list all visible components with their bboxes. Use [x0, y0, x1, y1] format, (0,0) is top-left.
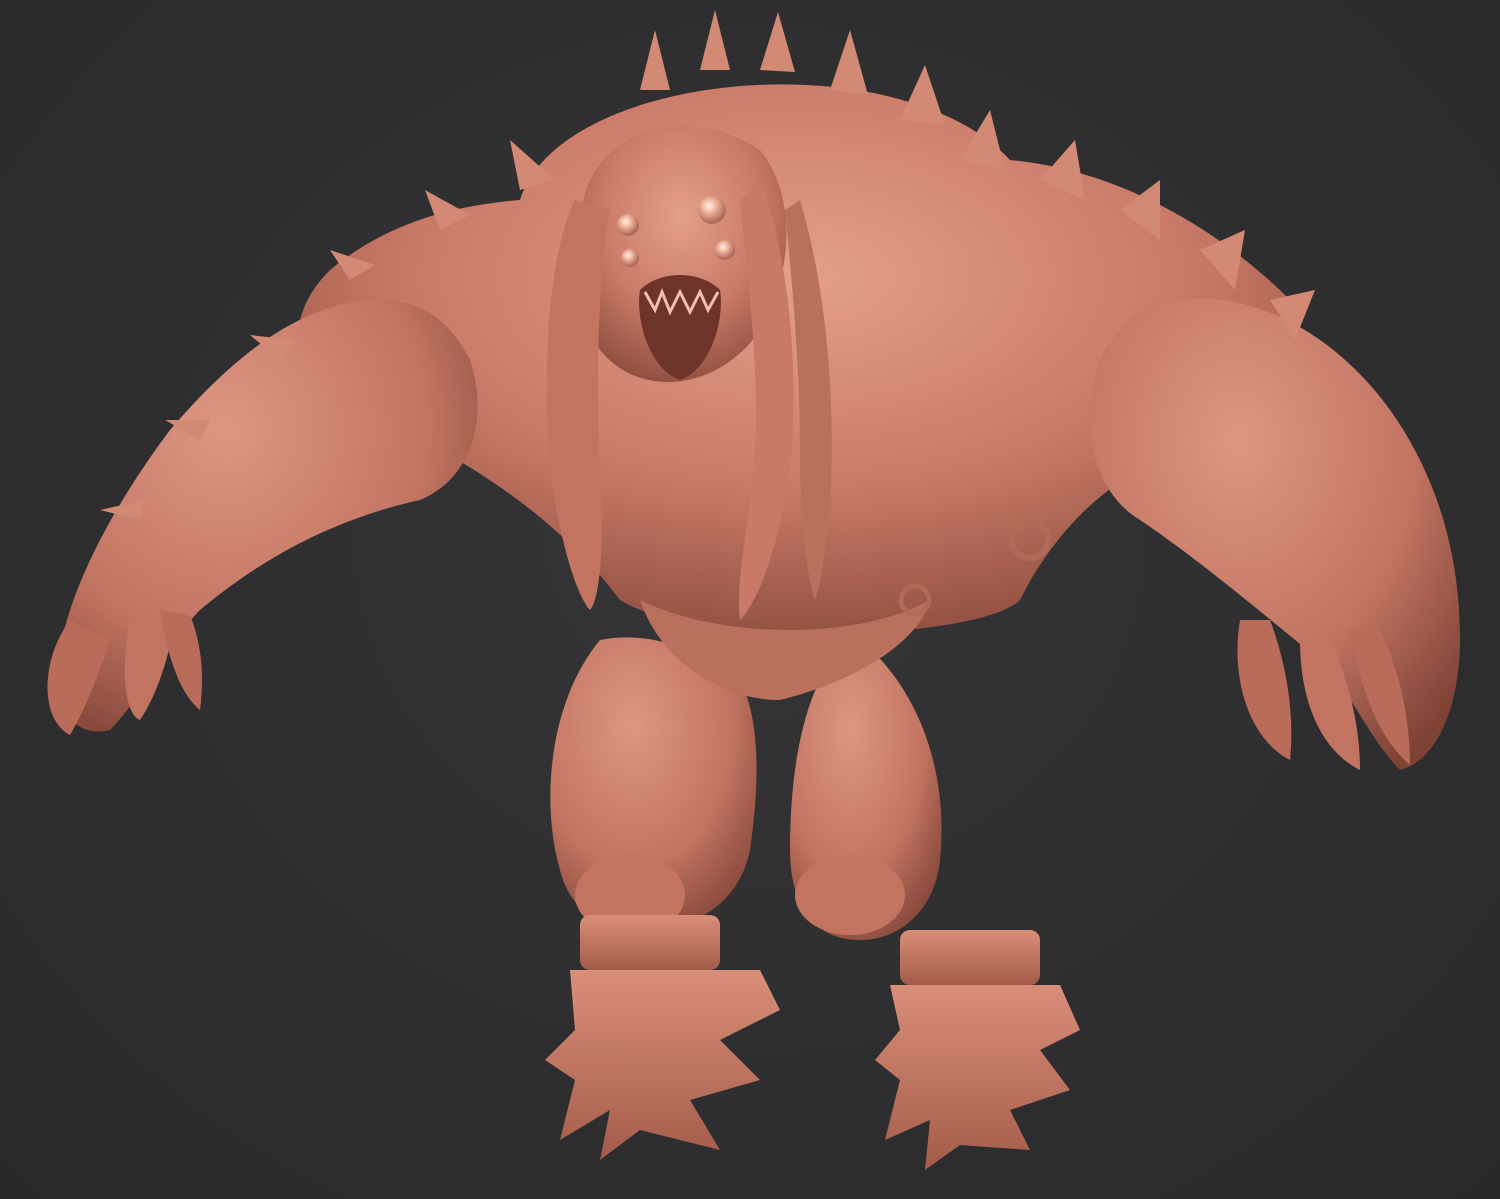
left-arm	[47, 300, 478, 735]
eye-upper-left	[617, 214, 639, 236]
left-boot	[545, 915, 780, 1160]
eye-upper-right	[698, 196, 726, 224]
viewport-canvas	[0, 0, 1500, 1199]
right-boot	[875, 930, 1080, 1170]
right-arm	[1090, 298, 1460, 770]
creature-sculpt	[47, 10, 1460, 1170]
eye-lower-left	[621, 249, 639, 267]
eye-lower-right	[715, 240, 735, 260]
